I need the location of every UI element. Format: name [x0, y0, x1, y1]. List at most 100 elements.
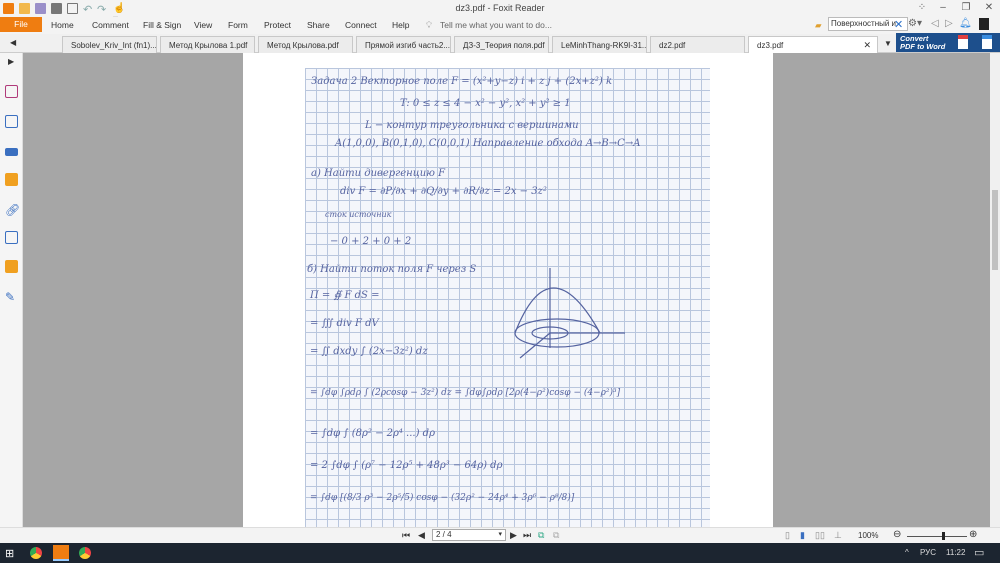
security-lock-icon[interactable]: [5, 260, 18, 273]
doc-line: = ∬ dxdy ∫ (2x−3z²) dz: [310, 346, 428, 357]
tabs-scroll-left-icon[interactable]: ◀: [10, 38, 16, 47]
settings-icon[interactable]: ⚙▾: [908, 18, 922, 29]
doc-line: T: 0 ≤ z ≤ 4 − x² − y², x² + y² ≥ 1: [400, 98, 571, 109]
layers-icon[interactable]: [5, 148, 18, 156]
ribbon-display-icon[interactable]: ⁘: [915, 2, 929, 14]
doc-tab-label: dz3.pdf: [757, 41, 784, 50]
doc-line: L − контур треугольника с вершинами: [365, 120, 579, 131]
next-view-icon[interactable]: ⧉: [553, 530, 559, 541]
previous-result-icon[interactable]: ◁: [931, 18, 939, 29]
minimize-button[interactable]: –: [936, 2, 950, 14]
tab-fill-sign[interactable]: Fill & Sign: [143, 20, 181, 30]
zoom-slider-handle[interactable]: [942, 532, 945, 540]
first-page-icon[interactable]: ⏮: [402, 530, 410, 541]
zoom-level[interactable]: 100%: [858, 531, 878, 540]
window-icon[interactable]: [67, 3, 78, 14]
search-folder-icon[interactable]: ▰: [815, 20, 822, 31]
tab-home[interactable]: Home: [51, 20, 74, 30]
doc-line: = ∫dφ [(8/3 ρ³ − 2ρ⁵/5) cosφ − (32ρ² − 2…: [310, 493, 575, 503]
document-tabs: ◀ Sobolev_Kriv_Int (fn1)... Метод Крылов…: [0, 34, 1000, 53]
doc-tab[interactable]: Метод Крылова.pdf: [258, 36, 353, 53]
zoom-in-icon[interactable]: ⊕: [969, 529, 977, 540]
notification-bell-icon[interactable]: 🔔︎: [959, 18, 972, 29]
last-page-icon[interactable]: ⏭: [523, 530, 531, 541]
doc-tab[interactable]: LeMinhThang-RK9I-31...: [552, 36, 647, 53]
tab-connect[interactable]: Connect: [345, 20, 377, 30]
comments-icon[interactable]: [5, 173, 18, 186]
tab-view[interactable]: View: [194, 20, 212, 30]
open-icon[interactable]: [19, 3, 30, 14]
hand-tool-icon[interactable]: ☝▾: [113, 3, 125, 25]
zoom-out-icon[interactable]: ⊖: [893, 529, 901, 540]
doc-tab[interactable]: Метод Крылова 1.pdf: [160, 36, 255, 53]
vertical-scrollbar[interactable]: [990, 53, 1000, 527]
tell-me-input[interactable]: Tell me what you want to do...: [440, 20, 552, 30]
language-indicator[interactable]: РУС: [920, 548, 936, 557]
tab-share[interactable]: Share: [307, 20, 330, 30]
tray-expand-icon[interactable]: ^: [905, 548, 909, 557]
bookmarks-icon[interactable]: [5, 85, 18, 98]
next-result-icon[interactable]: ▷: [945, 18, 953, 29]
continuous-page-icon[interactable]: ▮: [800, 530, 805, 541]
scrollbar-thumb[interactable]: [992, 190, 998, 270]
clock[interactable]: 11:22: [946, 548, 965, 557]
undo-icon[interactable]: ↶: [83, 3, 94, 16]
doc-line: Задача 2 Векторное поле F = (x²+y−z) i +…: [311, 76, 613, 87]
doc-tab[interactable]: Прямой изгиб часть2....: [356, 36, 451, 53]
scanned-handwritten-page: Задача 2 Векторное поле F = (x²+y−z) i +…: [305, 68, 710, 527]
doc-tab-active[interactable]: dz3.pdf ✕: [748, 36, 878, 53]
print-icon[interactable]: [51, 3, 62, 14]
close-button[interactable]: ✕: [982, 2, 996, 14]
save-icon[interactable]: [35, 3, 46, 14]
page-number: 2 / 4: [436, 530, 452, 539]
pdf-file-icon: [958, 35, 968, 49]
previous-page-icon[interactable]: ◀: [418, 530, 425, 541]
lightbulb-icon: 💡︎: [426, 20, 432, 30]
tab-form[interactable]: Form: [228, 20, 248, 30]
doc-line: = 2 ∫dφ ∫ (ρ⁷ − 12ρ⁵ + 48ρ³ − 64ρ) dρ: [310, 460, 503, 471]
attachments-icon[interactable]: 🔗︎: [5, 203, 20, 217]
tools-icon[interactable]: ✎: [5, 290, 18, 304]
windows-taskbar: ⊞: [0, 543, 1000, 563]
clear-search-icon[interactable]: ✕: [894, 18, 903, 31]
previous-view-icon[interactable]: ⧉: [538, 530, 544, 541]
tab-help[interactable]: Help: [392, 20, 409, 30]
foxit-taskbar-icon[interactable]: [53, 545, 69, 561]
chrome-icon-2[interactable]: [79, 547, 91, 559]
convert-pdf-to-word-button[interactable]: Convert PDF to Word: [896, 33, 1000, 52]
restore-button[interactable]: ❐: [959, 2, 973, 14]
windows-start-icon[interactable]: ⊞: [5, 547, 14, 560]
redo-icon[interactable]: ↷: [97, 3, 108, 16]
action-center-icon[interactable]: ▭: [974, 546, 984, 559]
pages-icon[interactable]: [5, 115, 18, 128]
tabs-dropdown-icon[interactable]: ▼: [884, 39, 892, 48]
doc-line: = ∫dφ ∫ (8ρ² − 2ρ⁴ ...) dρ: [310, 428, 435, 439]
expand-sidebar-icon[interactable]: ▶: [8, 57, 14, 66]
doc-line: сток источник: [325, 210, 392, 219]
facing-page-icon[interactable]: ▯▯: [815, 530, 825, 541]
word-file-icon: [982, 35, 992, 49]
doc-line: div F = ∂P/∂x + ∂Q/∂y + ∂R/∂z = 2x − 3z²: [340, 186, 547, 197]
signature-icon[interactable]: [5, 231, 18, 244]
continuous-facing-icon[interactable]: ⊥: [834, 530, 842, 541]
doc-line: б) Найти поток поля F через S: [307, 264, 477, 275]
page-number-input[interactable]: 2 / 4 ▾: [432, 529, 506, 541]
file-menu-button[interactable]: File: [0, 17, 42, 32]
title-bar: dz3.pdf - Foxit Reader ↶ ↷ ☝▾ ⁘ – ❐ ✕: [0, 0, 1000, 25]
doc-line: Π = ∯ F dS =: [310, 290, 380, 301]
doc-line: = ∫dφ ∫ρdρ ∫ (2ρcosφ − 3z²) dz = ∫dφ∫ρdρ…: [310, 388, 621, 398]
user-avatar-icon[interactable]: [979, 18, 989, 30]
doc-line: − 0 + 2 + 0 + 2: [330, 236, 412, 247]
chrome-icon[interactable]: [30, 547, 42, 559]
single-page-icon[interactable]: ▯: [785, 530, 790, 541]
doc-tab[interactable]: ДЗ-3_Теория поля.pdf: [454, 36, 549, 53]
doc-tab[interactable]: Sobolev_Kriv_Int (fn1)...: [62, 36, 157, 53]
foxit-logo-icon: [3, 3, 14, 14]
close-tab-icon[interactable]: ✕: [863, 40, 871, 51]
tab-comment[interactable]: Comment: [92, 20, 129, 30]
doc-tab[interactable]: dz2.pdf: [650, 36, 745, 53]
zoom-slider[interactable]: [907, 536, 967, 537]
next-page-icon[interactable]: ▶: [510, 530, 517, 541]
doc-line: A(1,0,0), B(0,1,0), C(0,0,1) Направление…: [335, 138, 641, 149]
tab-protect[interactable]: Protect: [264, 20, 291, 30]
